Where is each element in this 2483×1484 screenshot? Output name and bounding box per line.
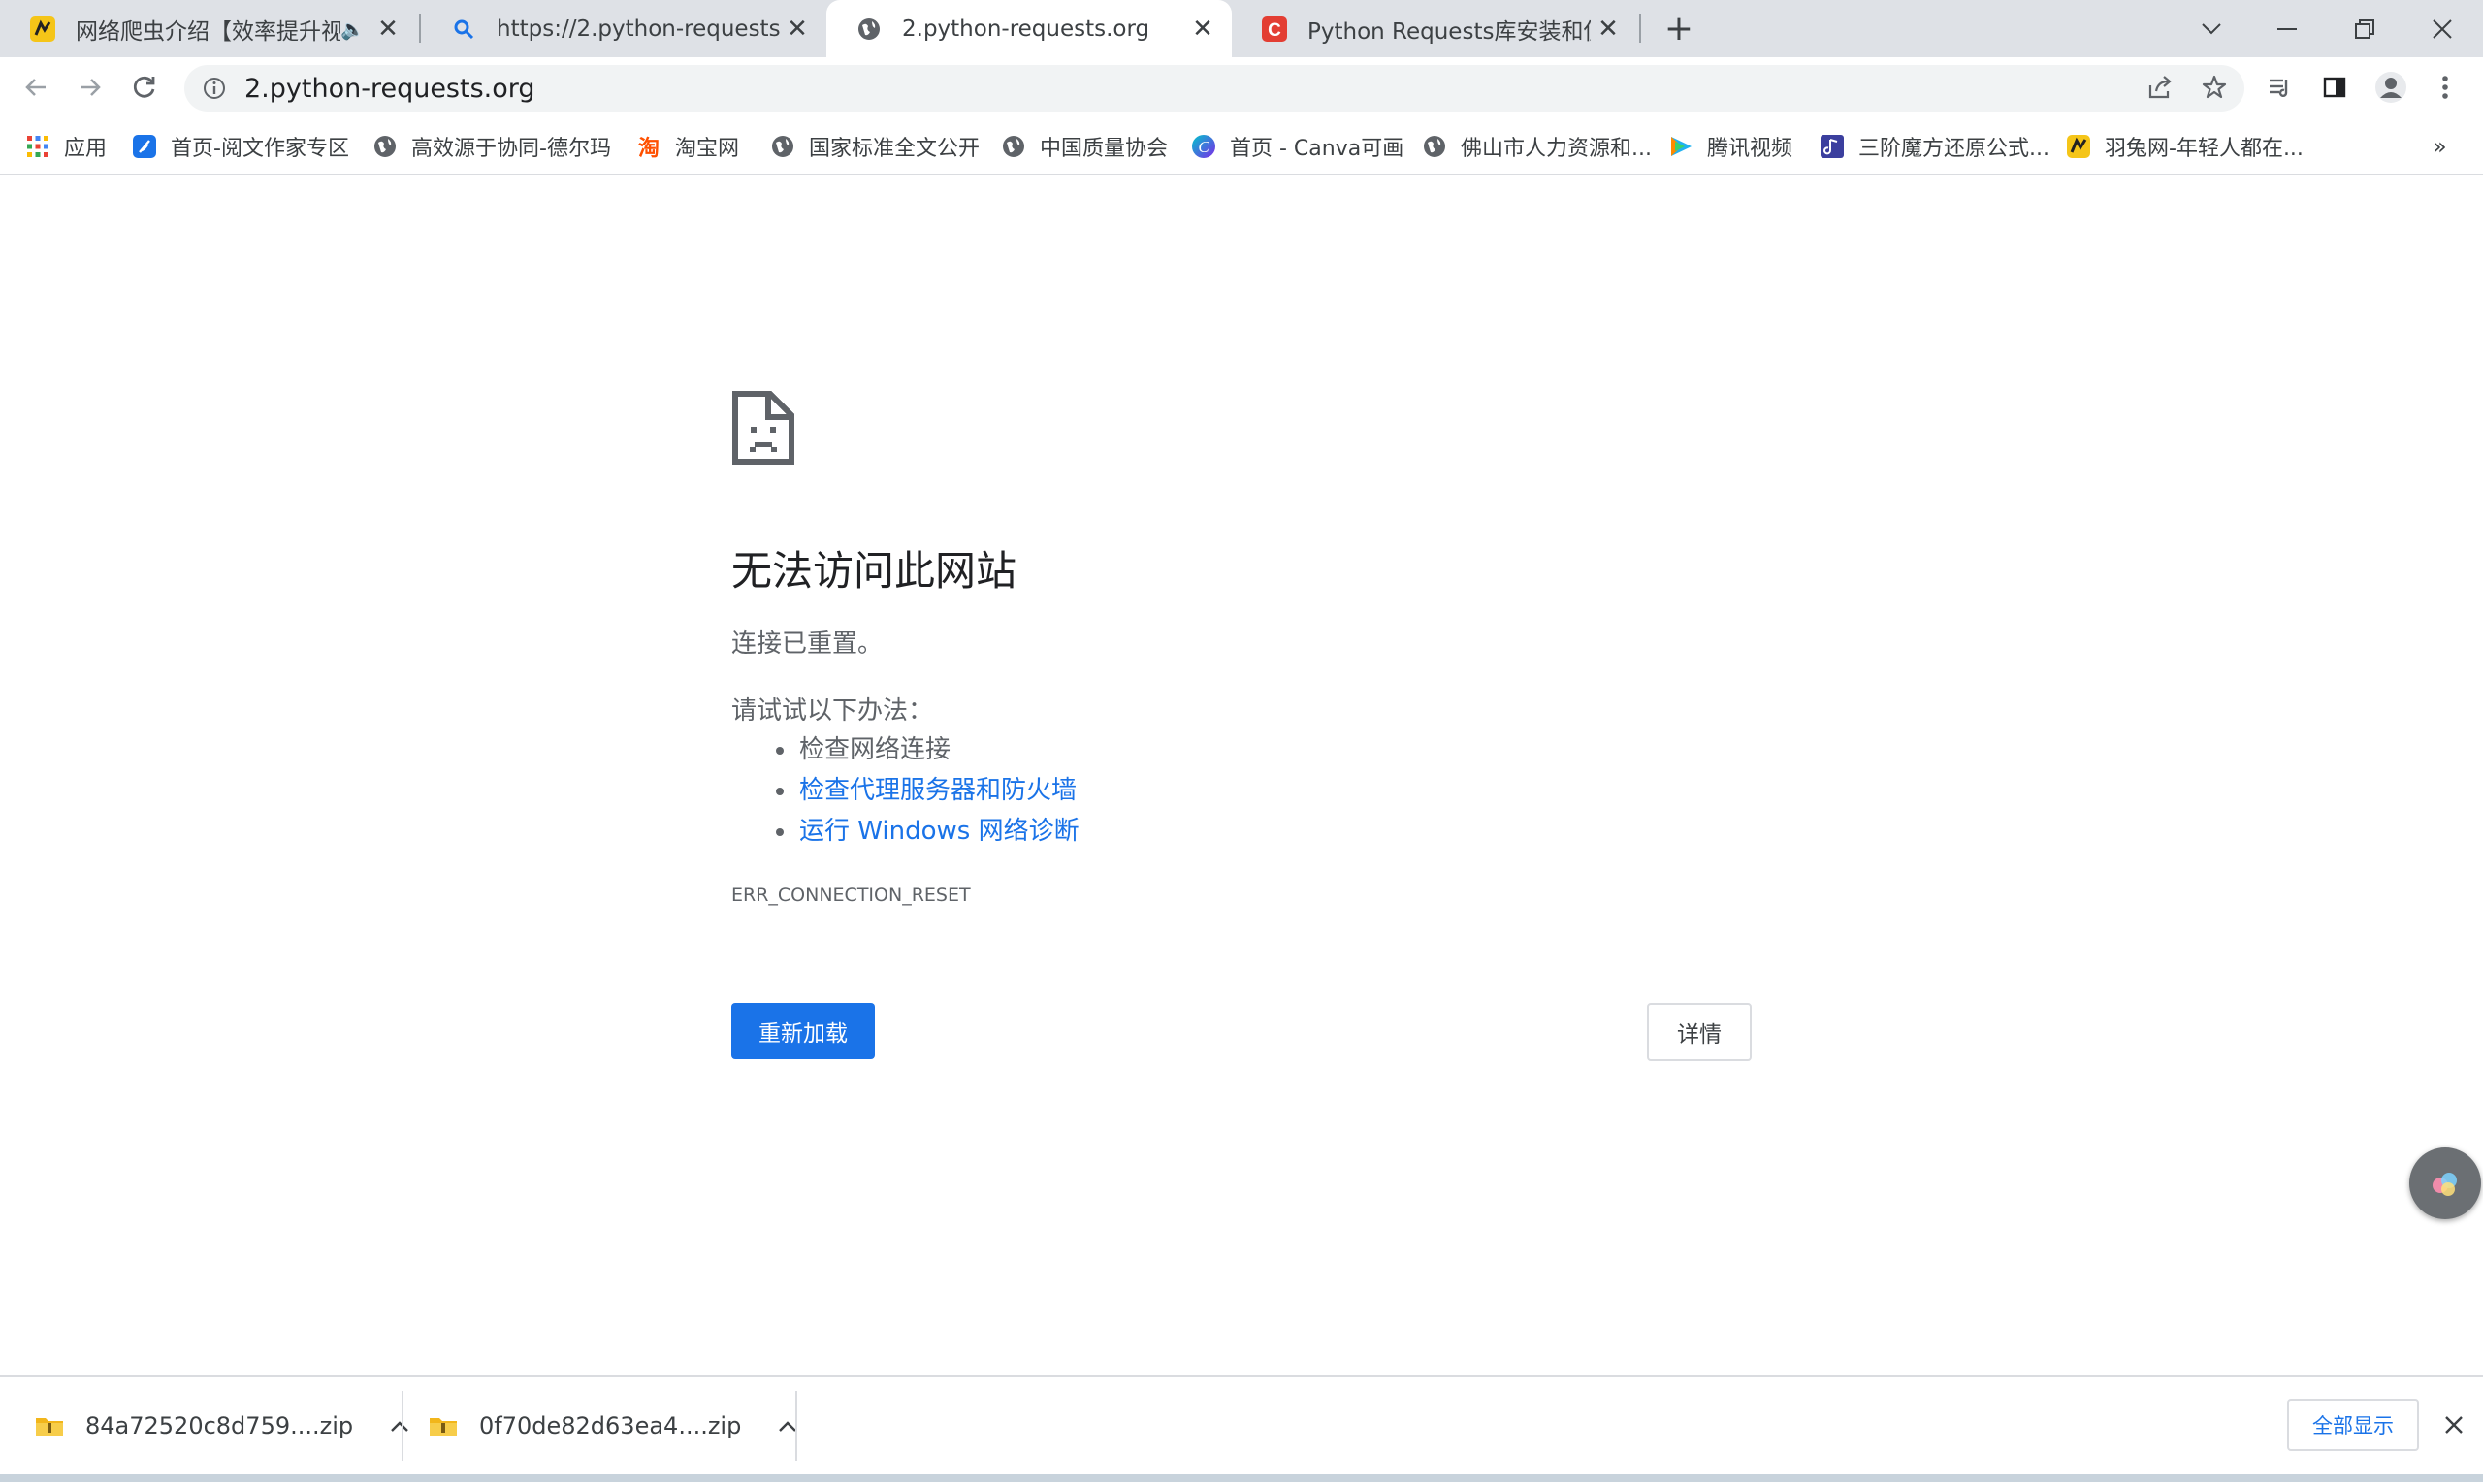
download-filename: 84a72520c8d759....zip bbox=[85, 1412, 354, 1439]
suggestions-list: 检查网络连接 检查代理服务器和防火墙 运行 Windows 网络诊断 bbox=[766, 729, 1080, 852]
tab-title: https://2.python-requests.org bbox=[497, 16, 780, 42]
bookmark-label: 首页 - Canva可画 bbox=[1230, 137, 1404, 161]
close-tab-icon[interactable]: ✕ bbox=[1591, 12, 1626, 47]
download-divider bbox=[795, 1391, 797, 1461]
tencent-video-icon bbox=[1668, 134, 1693, 159]
side-panel-icon[interactable] bbox=[2312, 65, 2357, 110]
bookmark-national-standard[interactable]: 国家标准全文公开 bbox=[770, 119, 980, 174]
reading-list-icon[interactable] bbox=[2258, 65, 2303, 110]
zip-file-icon bbox=[429, 1414, 458, 1437]
bookmark-rubik[interactable]: 三阶魔方还原公式... bbox=[1820, 119, 2049, 174]
download-item[interactable]: 84a72520c8d759....zip bbox=[35, 1377, 409, 1474]
bookmark-label: 羽兔网-年轻人都在... bbox=[2105, 137, 2304, 161]
globe-icon bbox=[855, 16, 883, 43]
bookmark-taobao[interactable]: 淘 淘宝网 bbox=[636, 119, 739, 174]
canva-icon-letter: C bbox=[1198, 138, 1209, 156]
bookmark-delma[interactable]: 高效源于协同-德尔玛 bbox=[372, 119, 611, 174]
yellow-app-icon bbox=[2066, 134, 2091, 159]
address-bar[interactable]: 2.python-requests.org bbox=[184, 65, 2244, 112]
menu-kebab-icon[interactable] bbox=[2423, 65, 2467, 110]
details-button[interactable]: 详情 bbox=[1647, 1003, 1752, 1061]
zip-file-icon bbox=[35, 1414, 64, 1437]
show-all-downloads-button[interactable]: 全部显示 bbox=[2287, 1399, 2419, 1451]
download-divider bbox=[402, 1391, 403, 1461]
share-icon[interactable] bbox=[2138, 65, 2182, 110]
tab-title: Python Requests库安装和使用 bbox=[1307, 18, 1591, 45]
sad-page-icon bbox=[731, 390, 795, 469]
bookmark-apps[interactable]: 应用 bbox=[25, 119, 107, 174]
bookmark-star-icon[interactable] bbox=[2192, 65, 2237, 110]
tab-divider bbox=[1639, 14, 1641, 43]
download-item[interactable]: 0f70de82d63ea4....zip bbox=[429, 1377, 797, 1474]
svg-text:C: C bbox=[1268, 20, 1281, 41]
back-button[interactable] bbox=[14, 65, 58, 110]
reload-page-button[interactable]: 重新加载 bbox=[731, 1003, 875, 1059]
bookmark-label: 应用 bbox=[64, 137, 108, 161]
bookmark-label: 首页-阅文作家专区 bbox=[171, 137, 349, 161]
tab-strip: 网络爬虫介绍【效率提升视频 🔈 ✕ https://2.python-reque… bbox=[0, 0, 2483, 57]
globe-icon bbox=[372, 134, 398, 159]
quill-icon bbox=[132, 134, 157, 159]
bookmark-label: 国家标准全文公开 bbox=[809, 137, 981, 161]
bookmark-tencent-video[interactable]: 腾讯视频 bbox=[1668, 119, 1792, 174]
bookmark-label: 中国质量协会 bbox=[1040, 137, 1169, 161]
tab-title: 网络爬虫介绍【效率提升视频 bbox=[76, 18, 341, 45]
suggestions-heading: 请试试以下办法： bbox=[731, 696, 934, 726]
tab-search[interactable]: https://2.python-requests.org ✕ bbox=[421, 0, 826, 57]
close-download-shelf-icon[interactable] bbox=[2435, 1403, 2473, 1447]
taskbar-edge bbox=[0, 1474, 2483, 1482]
canva-icon: C bbox=[1191, 134, 1216, 159]
error-title: 无法访问此网站 bbox=[731, 547, 1017, 595]
minimize-icon[interactable] bbox=[2248, 0, 2326, 57]
bookmark-label: 高效源于协同-德尔玛 bbox=[411, 137, 611, 161]
bookmark-yuewen[interactable]: 首页-阅文作家专区 bbox=[132, 119, 349, 174]
bookmark-label: 佛山市人力资源和... bbox=[1461, 137, 1652, 161]
error-subtitle: 连接已重置。 bbox=[731, 629, 884, 659]
speaker-icon[interactable]: 🔈 bbox=[340, 17, 365, 41]
download-shelf: 84a72520c8d759....zip 0f70de82d63ea4....… bbox=[0, 1375, 2483, 1484]
music-note-icon bbox=[1820, 134, 1845, 159]
restore-icon[interactable] bbox=[2326, 0, 2403, 57]
tab-search-dropdown-icon[interactable] bbox=[2173, 0, 2250, 57]
bookmark-label: 腾讯视频 bbox=[1707, 137, 1793, 161]
suggestion-check-proxy-link[interactable]: 检查代理服务器和防火墙 bbox=[766, 770, 1080, 811]
bookmark-quality-assoc[interactable]: 中国质量协会 bbox=[1001, 119, 1168, 174]
globe-icon bbox=[1422, 134, 1447, 159]
toolbar: 2.python-requests.org bbox=[0, 57, 2483, 119]
apps-grid-icon bbox=[25, 134, 50, 159]
floating-assistant-ball[interactable] bbox=[2409, 1147, 2481, 1219]
globe-icon bbox=[1001, 134, 1026, 159]
close-tab-icon[interactable]: ✕ bbox=[780, 12, 815, 47]
error-code: ERR_CONNECTION_RESET bbox=[731, 885, 971, 906]
close-tab-icon[interactable]: ✕ bbox=[371, 12, 405, 47]
bookmark-label: 三阶魔方还原公式... bbox=[1858, 137, 2049, 161]
download-filename: 0f70de82d63ea4....zip bbox=[479, 1412, 742, 1439]
forward-button[interactable] bbox=[68, 65, 113, 110]
bookmark-canva[interactable]: C 首页 - Canva可画 bbox=[1191, 119, 1403, 174]
csdn-icon: C bbox=[1261, 16, 1288, 43]
suggestion-check-network: 检查网络连接 bbox=[766, 729, 1080, 770]
suggestion-run-diagnostics-link[interactable]: 运行 Windows 网络诊断 bbox=[766, 811, 1080, 852]
bookmark-foshan-hr[interactable]: 佛山市人力资源和... bbox=[1422, 119, 1652, 174]
bookmarks-overflow-chevron-icon[interactable]: » bbox=[2433, 119, 2447, 174]
info-icon[interactable] bbox=[202, 76, 227, 101]
search-icon bbox=[450, 16, 477, 43]
close-tab-icon[interactable]: ✕ bbox=[1185, 12, 1220, 47]
taobao-icon: 淘 bbox=[637, 137, 660, 161]
bookmark-label: 淘宝网 bbox=[675, 137, 740, 161]
tab-title: 2.python-requests.org bbox=[902, 16, 1150, 42]
reload-button[interactable] bbox=[122, 65, 167, 110]
globe-icon bbox=[770, 134, 795, 159]
tab-video[interactable]: 网络爬虫介绍【效率提升视频 🔈 ✕ bbox=[0, 0, 417, 57]
yellow-app-icon bbox=[29, 16, 56, 43]
tab-active[interactable]: 2.python-requests.org ✕ bbox=[826, 0, 1232, 57]
profile-avatar-icon[interactable] bbox=[2369, 65, 2413, 110]
close-window-icon[interactable] bbox=[2403, 0, 2481, 57]
bookmarks-bar: 应用 首页-阅文作家专区 高效源于协同-德尔玛 淘 淘宝网 国家标准全文公开 中… bbox=[0, 119, 2483, 175]
tab-csdn[interactable]: C Python Requests库安装和使用 ✕ bbox=[1232, 0, 1637, 57]
bookmark-yutu[interactable]: 羽兔网-年轻人都在... bbox=[2066, 119, 2304, 174]
new-tab-button[interactable]: + bbox=[1657, 6, 1701, 50]
url-text[interactable]: 2.python-requests.org bbox=[244, 74, 535, 104]
chevron-up-icon[interactable] bbox=[390, 1414, 409, 1438]
